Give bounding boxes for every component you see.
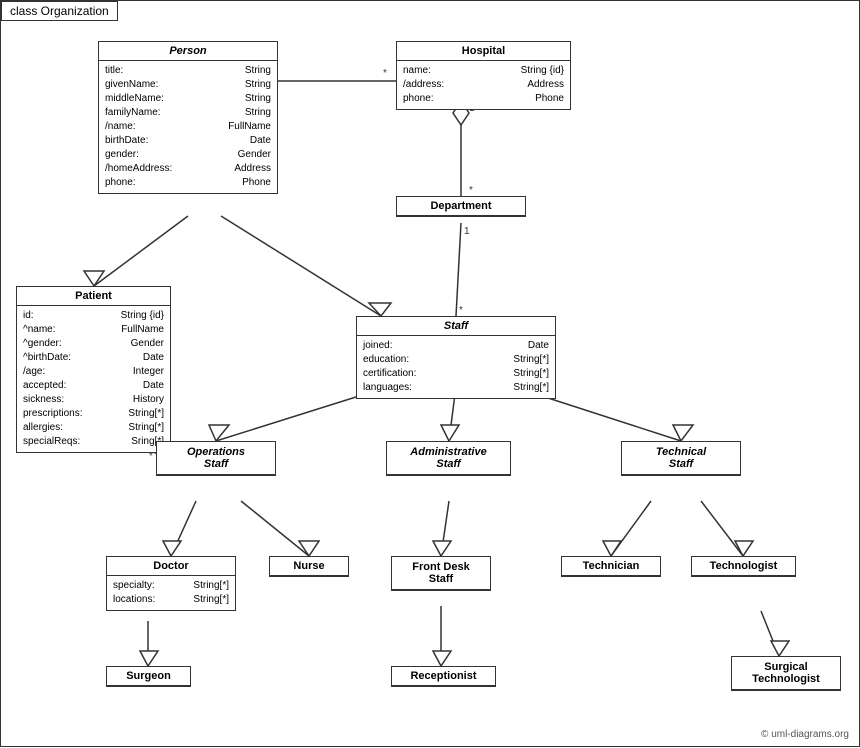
- patient-class-name: Patient: [17, 287, 170, 306]
- patient-class-attrs: id:String {id} ^name:FullName ^gender:Ge…: [17, 306, 170, 452]
- copyright: © uml-diagrams.org: [761, 729, 849, 740]
- diagram-container: class Organization 1 * * * 1 * * *: [0, 0, 860, 747]
- nurse-class-name: Nurse: [270, 557, 348, 576]
- receptionist-class: Receptionist: [391, 666, 496, 687]
- hospital-class-attrs: name:String {id} /address:Address phone:…: [397, 61, 570, 109]
- staff-class-name: Staff: [357, 317, 555, 336]
- doctor-class: Doctor specialty:String[*] locations:Str…: [106, 556, 236, 611]
- hospital-class: Hospital name:String {id} /address:Addre…: [396, 41, 571, 110]
- person-class-name: Person: [99, 42, 277, 61]
- svg-text:*: *: [459, 305, 463, 316]
- admin-staff-class: AdministrativeStaff: [386, 441, 511, 476]
- svg-text:*: *: [383, 68, 387, 79]
- technologist-class: Technologist: [691, 556, 796, 577]
- svg-text:1: 1: [464, 226, 470, 237]
- staff-class: Staff joined:Date education:String[*] ce…: [356, 316, 556, 399]
- person-class: Person title:String givenName:String mid…: [98, 41, 278, 194]
- technical-staff-class: TechnicalStaff: [621, 441, 741, 476]
- person-class-attrs: title:String givenName:String middleName…: [99, 61, 277, 193]
- department-class-name: Department: [397, 197, 525, 216]
- staff-class-attrs: joined:Date education:String[*] certific…: [357, 336, 555, 398]
- surgical-technologist-class: SurgicalTechnologist: [731, 656, 841, 691]
- front-desk-class-name: Front DeskStaff: [392, 557, 490, 590]
- technician-class-name: Technician: [562, 557, 660, 576]
- front-desk-class: Front DeskStaff: [391, 556, 491, 591]
- operations-staff-class: OperationsStaff: [156, 441, 276, 476]
- surgical-technologist-class-name: SurgicalTechnologist: [732, 657, 840, 690]
- doctor-class-name: Doctor: [107, 557, 235, 576]
- department-class: Department: [396, 196, 526, 217]
- technician-class: Technician: [561, 556, 661, 577]
- technologist-class-name: Technologist: [692, 557, 795, 576]
- technical-staff-class-name: TechnicalStaff: [622, 442, 740, 475]
- diagram-title: class Organization: [1, 1, 118, 21]
- patient-class: Patient id:String {id} ^name:FullName ^g…: [16, 286, 171, 453]
- nurse-class: Nurse: [269, 556, 349, 577]
- doctor-class-attrs: specialty:String[*] locations:String[*]: [107, 576, 235, 610]
- operations-staff-class-name: OperationsStaff: [157, 442, 275, 475]
- admin-staff-class-name: AdministrativeStaff: [387, 442, 510, 475]
- svg-text:*: *: [469, 185, 473, 196]
- surgeon-class-name: Surgeon: [107, 667, 190, 686]
- hospital-class-name: Hospital: [397, 42, 570, 61]
- receptionist-class-name: Receptionist: [392, 667, 495, 686]
- surgeon-class: Surgeon: [106, 666, 191, 687]
